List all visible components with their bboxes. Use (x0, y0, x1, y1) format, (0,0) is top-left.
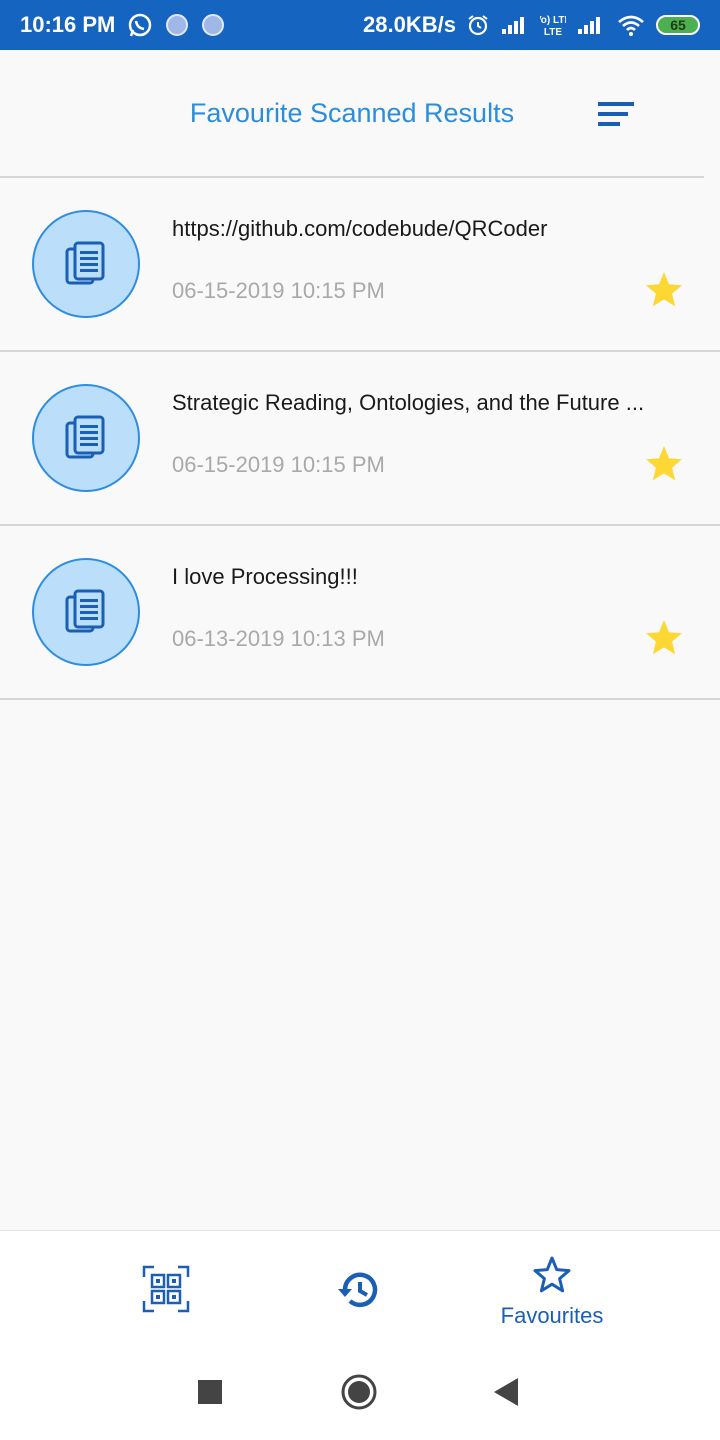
recents-button[interactable] (198, 1380, 222, 1404)
system-nav-bar (0, 1346, 720, 1440)
volte-icon: Vo) LTELTE (540, 12, 566, 38)
document-icon (65, 241, 105, 285)
back-triangle-icon (494, 1378, 518, 1406)
svg-text:Vo) LTE: Vo) LTE (540, 15, 566, 26)
status-time: 10:16 PM (20, 12, 116, 37)
nav-favourites-label: Favourites (500, 1303, 604, 1328)
notification-dot-icon (201, 13, 225, 37)
document-avatar (32, 384, 140, 492)
home-circle-icon (341, 1374, 377, 1410)
nav-favourites[interactable]: Favourites (472, 1231, 632, 1347)
svg-text:LTE: LTE (544, 27, 562, 38)
favourites-list: https://github.com/codebude/QRCoder 06-1… (0, 178, 720, 700)
star-outline-icon (533, 1256, 571, 1293)
toolbar: Favourite Scanned Results (0, 50, 720, 177)
nav-scan[interactable] (106, 1231, 226, 1347)
result-title: I love Processing!!! (172, 564, 358, 589)
history-icon (338, 1272, 378, 1307)
network-speed: 28.0KB/s (363, 12, 456, 37)
result-date: 06-15-2019 10:15 PM (172, 278, 385, 303)
wifi-icon (616, 13, 646, 37)
star-filled-icon[interactable] (643, 618, 685, 658)
status-bar: 10:16 PM 28.0KB/s Vo) LTELTE 65 (0, 0, 720, 50)
result-date: 06-13-2019 10:13 PM (172, 626, 385, 651)
document-avatar (32, 558, 140, 666)
result-title: Strategic Reading, Ontologies, and the F… (172, 390, 645, 415)
result-list-item[interactable]: https://github.com/codebude/QRCoder 06-1… (0, 178, 720, 352)
home-button[interactable] (341, 1374, 377, 1410)
result-date: 06-15-2019 10:15 PM (172, 452, 385, 477)
star-filled-icon[interactable] (643, 270, 685, 310)
document-icon (65, 415, 105, 459)
sort-icon (598, 102, 634, 126)
signal-icon (500, 14, 530, 36)
result-title: https://github.com/codebude/QRCoder (172, 216, 548, 241)
document-icon (65, 589, 105, 633)
whatsapp-icon (127, 12, 153, 38)
nav-history[interactable] (300, 1231, 420, 1347)
sort-button[interactable] (596, 102, 636, 128)
recents-square-icon (198, 1380, 222, 1404)
qr-scan-icon (142, 1265, 190, 1313)
result-list-item[interactable]: Strategic Reading, Ontologies, and the F… (0, 352, 720, 526)
alarm-icon (466, 13, 490, 37)
result-list-item[interactable]: I love Processing!!! 06-13-2019 10:13 PM (0, 526, 720, 700)
back-button[interactable] (494, 1378, 518, 1406)
notification-dot-icon (165, 13, 189, 37)
document-avatar (32, 210, 140, 318)
star-filled-icon[interactable] (643, 444, 685, 484)
battery-icon: 65 (656, 15, 700, 35)
bottom-navigation: Favourites (0, 1230, 720, 1346)
battery-level: 65 (670, 17, 686, 33)
signal-icon (576, 14, 606, 36)
